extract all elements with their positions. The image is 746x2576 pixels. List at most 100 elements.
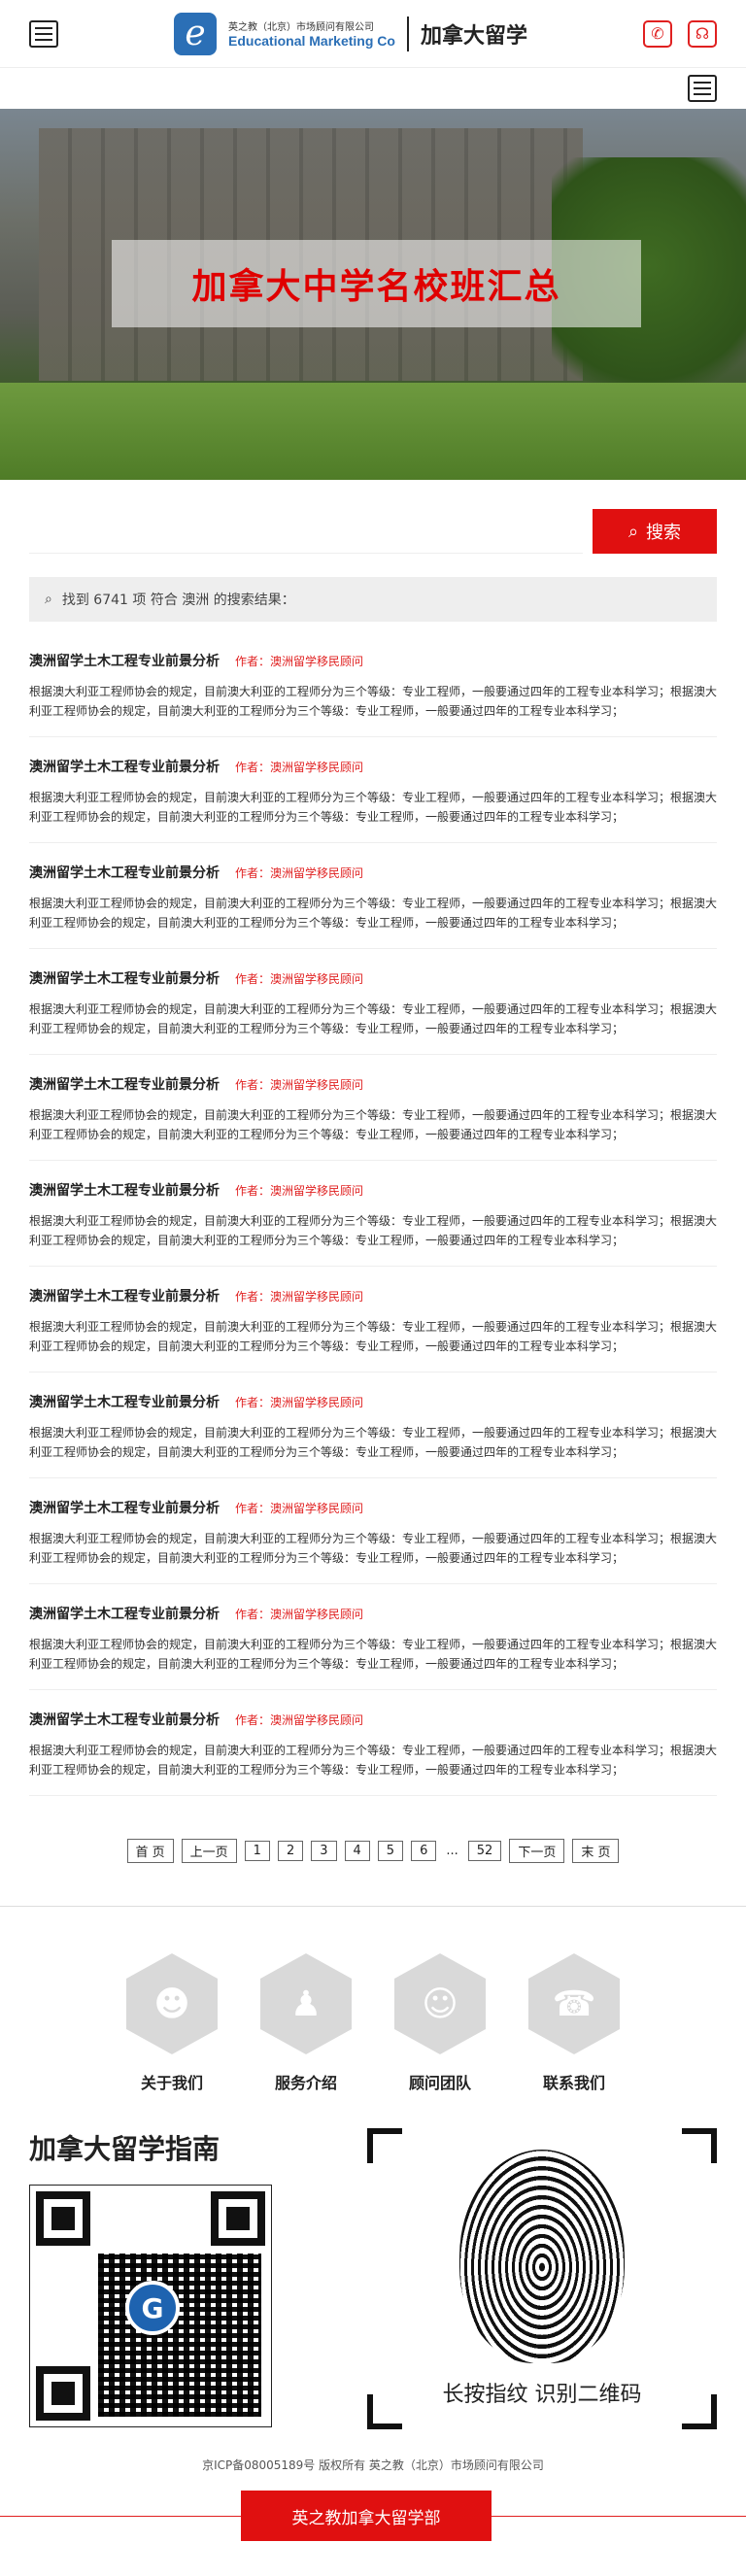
- qr-finder: [211, 2191, 265, 2246]
- icp-notice: 京ICP备08005189号 版权所有 英之教（北京）市场顾问有限公司: [202, 2458, 544, 2472]
- search-button-label: 搜索: [646, 523, 682, 542]
- top-navbar: e 英之教（北京）市场顾问有限公司 Educational Marketing …: [0, 0, 746, 68]
- qr-finder: [36, 2366, 90, 2421]
- meeting-icon: ♟: [260, 1953, 352, 2054]
- phone-icon[interactable]: ✆: [643, 19, 672, 48]
- first-page-button[interactable]: 首 页: [126, 1839, 174, 1863]
- article-summary: 根据澳大利亚工程师协会的规定，目前澳大利亚的工程师分为三个等级：专业工程师，一般…: [29, 685, 718, 718]
- article-author: 作者：澳洲留学移民顾问: [235, 1289, 364, 1304]
- article-author: 作者：澳洲留学移民顾问: [235, 1077, 364, 1092]
- scan-corner: [682, 2128, 717, 2163]
- quick-link-services[interactable]: ♟ 服务介绍: [260, 1953, 352, 2093]
- fingerprint-label: 长按指纹 识别二维码: [442, 2383, 642, 2407]
- headset-icon[interactable]: ☊: [688, 19, 717, 48]
- article-author: 作者：澳洲留学移民顾问: [235, 1501, 364, 1515]
- article-title[interactable]: 澳洲留学土木工程专业前景分析: [29, 863, 220, 882]
- article-summary: 根据澳大利亚工程师协会的规定，目前澳大利亚的工程师分为三个等级：专业工程师，一般…: [29, 791, 718, 824]
- site-title: 加拿大留学: [420, 23, 527, 49]
- article-title[interactable]: 澳洲留学土木工程专业前景分析: [29, 1180, 220, 1200]
- article-summary: 根据澳大利亚工程师协会的规定，目前澳大利亚的工程师分为三个等级：专业工程师，一般…: [29, 1320, 718, 1353]
- search-input[interactable]: [29, 509, 583, 554]
- article-title[interactable]: 澳洲留学土木工程专业前景分析: [29, 968, 220, 988]
- quick-link-about[interactable]: ☻ 关于我们: [126, 1953, 218, 2093]
- pagination: 首 页 上一页 1 2 3 4 5 6 ... 52 下一页 末 页: [0, 1839, 746, 1863]
- footer-department-button[interactable]: 英之教加拿大留学部: [241, 2491, 492, 2541]
- article-title[interactable]: 澳洲留学土木工程专业前景分析: [29, 1392, 220, 1411]
- list-item[interactable]: 澳洲留学土木工程专业前景分析 作者：澳洲留学移民顾问 根据澳大利亚工程师协会的规定…: [29, 1267, 717, 1373]
- page-2-button[interactable]: 2: [277, 1841, 304, 1861]
- article-summary: 根据澳大利亚工程师协会的规定，目前澳大利亚的工程师分为三个等级：专业工程师，一般…: [29, 897, 718, 930]
- company-logo: e: [174, 12, 218, 55]
- page-6-button[interactable]: 6: [411, 1841, 437, 1861]
- company-name: 英之教（北京）市场顾问有限公司 Educational Marketing Co: [228, 18, 395, 49]
- article-author: 作者：澳洲留学移民顾问: [235, 1183, 364, 1198]
- brand[interactable]: e 英之教（北京）市场顾问有限公司 Educational Marketing …: [174, 12, 527, 55]
- article-title[interactable]: 澳洲留学土木工程专业前景分析: [29, 757, 220, 776]
- article-summary: 根据澳大利亚工程师协会的规定，目前澳大利亚的工程师分为三个等级：专业工程师，一般…: [29, 1002, 718, 1035]
- article-title[interactable]: 澳洲留学土木工程专业前景分析: [29, 1604, 220, 1623]
- next-page-button[interactable]: 下一页: [509, 1839, 565, 1863]
- prev-page-button[interactable]: 上一页: [181, 1839, 237, 1863]
- qr-code[interactable]: G: [29, 2185, 272, 2427]
- list-item[interactable]: 澳洲留学土木工程专业前景分析 作者：澳洲留学移民顾问 根据澳大利亚工程师协会的规定…: [29, 1478, 717, 1584]
- article-title[interactable]: 澳洲留学土木工程专业前景分析: [29, 651, 220, 670]
- list-item[interactable]: 澳洲留学土木工程专业前景分析 作者：澳洲留学移民顾问 根据澳大利亚工程师协会的规定…: [29, 1690, 717, 1796]
- list-item[interactable]: 澳洲留学土木工程专业前景分析 作者：澳洲留学移民顾问 根据澳大利亚工程师协会的规定…: [29, 631, 717, 737]
- article-title[interactable]: 澳洲留学土木工程专业前景分析: [29, 1710, 220, 1729]
- team-icon: ☺: [394, 1953, 486, 2054]
- list-item[interactable]: 澳洲留学土木工程专业前景分析 作者：澳洲留学移民顾问 根据澳大利亚工程师协会的规定…: [29, 949, 717, 1055]
- page-5-button[interactable]: 5: [377, 1841, 404, 1861]
- phone-icon: ☎: [528, 1953, 620, 2054]
- fingerprint-scanner[interactable]: 长按指纹 识别二维码: [367, 2128, 717, 2429]
- company-name-cn: 英之教（北京）市场顾问有限公司: [228, 22, 375, 33]
- guide-title: 加拿大留学指南: [29, 2133, 220, 2165]
- article-title[interactable]: 澳洲留学土木工程专业前景分析: [29, 1286, 220, 1305]
- article-title[interactable]: 澳洲留学土木工程专业前景分析: [29, 1074, 220, 1094]
- article-author: 作者：澳洲留学移民顾问: [235, 971, 364, 986]
- sub-navbar: [0, 68, 746, 109]
- quick-link-label: 关于我们: [140, 2074, 203, 2092]
- article-author: 作者：澳洲留学移民顾问: [235, 1607, 364, 1621]
- header-actions: ✆ ☊: [643, 19, 717, 48]
- quick-link-label: 服务介绍: [274, 2074, 337, 2092]
- submenu-icon[interactable]: [688, 75, 717, 102]
- list-item[interactable]: 澳洲留学土木工程专业前景分析 作者：澳洲留学移民顾问 根据澳大利亚工程师协会的规定…: [29, 1055, 717, 1161]
- section-divider: [0, 1906, 746, 1907]
- search-result-summary: ⌕ 找到 6741 项 符合 澳洲 的搜索结果：: [29, 577, 717, 622]
- article-author: 作者：澳洲留学移民顾问: [235, 1395, 364, 1409]
- qr-finder: [36, 2191, 90, 2246]
- quick-link-contact[interactable]: ☎ 联系我们: [528, 1953, 620, 2093]
- hero-title: 加拿大中学名校班汇总: [191, 267, 561, 307]
- scan-corner: [367, 2128, 402, 2163]
- article-title[interactable]: 澳洲留学土木工程专业前景分析: [29, 1498, 220, 1517]
- list-item[interactable]: 澳洲留学土木工程专业前景分析 作者：澳洲留学移民顾问 根据澳大利亚工程师协会的规定…: [29, 1584, 717, 1690]
- article-summary: 根据澳大利亚工程师协会的规定，目前澳大利亚的工程师分为三个等级：专业工程师，一般…: [29, 1744, 718, 1777]
- page-4-button[interactable]: 4: [344, 1841, 370, 1861]
- scan-corner: [367, 2394, 402, 2429]
- last-page-button[interactable]: 末 页: [572, 1839, 620, 1863]
- list-item[interactable]: 澳洲留学土木工程专业前景分析 作者：澳洲留学移民顾问 根据澳大利亚工程师协会的规定…: [29, 843, 717, 949]
- page-52-button[interactable]: 52: [467, 1841, 502, 1861]
- quick-link-label: 顾问团队: [408, 2074, 471, 2092]
- article-summary: 根据澳大利亚工程师协会的规定，目前澳大利亚的工程师分为三个等级：专业工程师，一般…: [29, 1108, 718, 1141]
- search-button[interactable]: ⌕ 搜索: [593, 509, 717, 554]
- article-list: 澳洲留学土木工程专业前景分析 作者：澳洲留学移民顾问 根据澳大利亚工程师协会的规定…: [0, 631, 746, 1796]
- guide-section: 加拿大留学指南 G 长按指纹 识别二维码: [0, 2128, 746, 2429]
- article-author: 作者：澳洲留学移民顾问: [235, 654, 364, 668]
- quick-links: ☻ 关于我们 ♟ 服务介绍 ☺ 顾问团队 ☎ 联系我们: [0, 1953, 746, 2093]
- result-text: 找到 6741 项 符合 澳洲 的搜索结果：: [61, 593, 295, 608]
- people-icon: ☻: [126, 1953, 218, 2054]
- page-1-button[interactable]: 1: [244, 1841, 270, 1861]
- menu-icon[interactable]: [29, 19, 58, 48]
- article-summary: 根据澳大利亚工程师协会的规定，目前澳大利亚的工程师分为三个等级：专业工程师，一般…: [29, 1426, 718, 1459]
- article-summary: 根据澳大利亚工程师协会的规定，目前澳大利亚的工程师分为三个等级：专业工程师，一般…: [29, 1214, 718, 1247]
- hero-title-box: 加拿大中学名校班汇总: [112, 240, 641, 327]
- article-author: 作者：澳洲留学移民顾问: [235, 1712, 364, 1727]
- list-item[interactable]: 澳洲留学土木工程专业前景分析 作者：澳洲留学移民顾问 根据澳大利亚工程师协会的规定…: [29, 737, 717, 843]
- list-item[interactable]: 澳洲留学土木工程专业前景分析 作者：澳洲留学移民顾问 根据澳大利亚工程师协会的规定…: [29, 1373, 717, 1478]
- fingerprint-icon: [459, 2150, 625, 2363]
- page-3-button[interactable]: 3: [311, 1841, 337, 1861]
- company-name-en: Educational Marketing Co: [228, 33, 395, 49]
- list-item[interactable]: 澳洲留学土木工程专业前景分析 作者：澳洲留学移民顾问 根据澳大利亚工程师协会的规定…: [29, 1161, 717, 1267]
- quick-link-team[interactable]: ☺ 顾问团队: [394, 1953, 486, 2093]
